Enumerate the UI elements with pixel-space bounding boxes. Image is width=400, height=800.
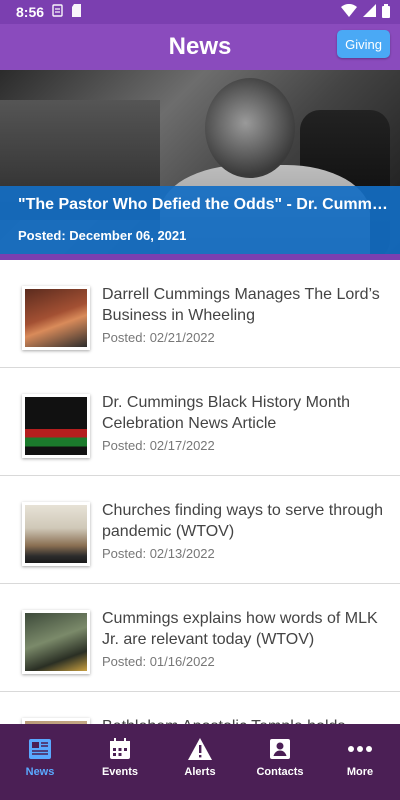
tab-label: Contacts	[256, 766, 304, 778]
tab-contacts[interactable]: Contacts	[240, 724, 320, 800]
news-item[interactable]: Bethlehem Apostolic Temple holds	[0, 692, 400, 724]
tab-more[interactable]: More	[320, 724, 400, 800]
more-dots-icon	[347, 736, 373, 762]
news-item[interactable]: Dr. Cummings Black History Month Celebra…	[0, 368, 400, 476]
news-date: Posted: 02/21/2022	[102, 330, 215, 345]
status-bar: 8:56	[0, 0, 400, 24]
sd-card-icon	[71, 4, 82, 20]
status-time: 8:56	[16, 4, 45, 20]
bottom-tab-bar: News Events Alerts Contacts More	[0, 724, 400, 800]
giving-button[interactable]: Giving	[337, 30, 390, 58]
featured-title: "The Pastor Who Defied the Odds" - Dr. C…	[18, 196, 388, 213]
wifi-icon	[341, 3, 357, 20]
news-title: Churches finding ways to serve through p…	[102, 502, 384, 540]
battery-icon	[382, 3, 390, 21]
featured-caption: "The Pastor Who Defied the Odds" - Dr. C…	[0, 186, 400, 254]
tab-label: Alerts	[184, 766, 216, 778]
tab-label: News	[25, 766, 55, 778]
featured-news-banner[interactable]: "The Pastor Who Defied the Odds" - Dr. C…	[0, 70, 400, 260]
news-thumbnail	[22, 610, 90, 674]
news-title: Bethlehem Apostolic Temple holds	[102, 716, 387, 724]
news-title: Dr. Cummings Black History Month Celebra…	[102, 394, 351, 432]
news-thumbnail	[22, 502, 90, 566]
page-title: News	[168, 33, 232, 60]
news-thumbnail	[22, 394, 90, 458]
tab-alerts[interactable]: Alerts	[160, 724, 240, 800]
news-date: Posted: 01/16/2022	[102, 654, 215, 669]
app-bar: News Giving	[0, 24, 400, 70]
news-item[interactable]: Darrell Cummings Manages The Lord’s Busi…	[0, 260, 400, 368]
tab-label: More	[346, 766, 374, 778]
news-list[interactable]: Darrell Cummings Manages The Lord’s Busi…	[0, 260, 400, 724]
alert-icon	[187, 736, 213, 762]
contact-card-icon	[267, 736, 293, 762]
news-item[interactable]: Cummings explains how words of MLK Jr. a…	[0, 584, 400, 692]
hero-photo-person-head	[205, 78, 295, 178]
tab-label: Events	[101, 766, 139, 778]
news-icon	[27, 736, 53, 762]
news-thumbnail	[22, 286, 90, 350]
tab-events[interactable]: Events	[80, 724, 160, 800]
storage-icon	[52, 4, 63, 20]
news-title: Cummings explains how words of MLK Jr. a…	[102, 610, 378, 648]
featured-date: Posted: December 06, 2021	[18, 228, 187, 243]
news-title: Darrell Cummings Manages The Lord’s Busi…	[102, 286, 380, 324]
calendar-icon	[107, 736, 133, 762]
news-date: Posted: 02/17/2022	[102, 438, 215, 453]
signal-icon	[363, 4, 376, 20]
news-date: Posted: 02/13/2022	[102, 546, 215, 561]
tab-news[interactable]: News	[0, 724, 80, 800]
news-item[interactable]: Churches finding ways to serve through p…	[0, 476, 400, 584]
